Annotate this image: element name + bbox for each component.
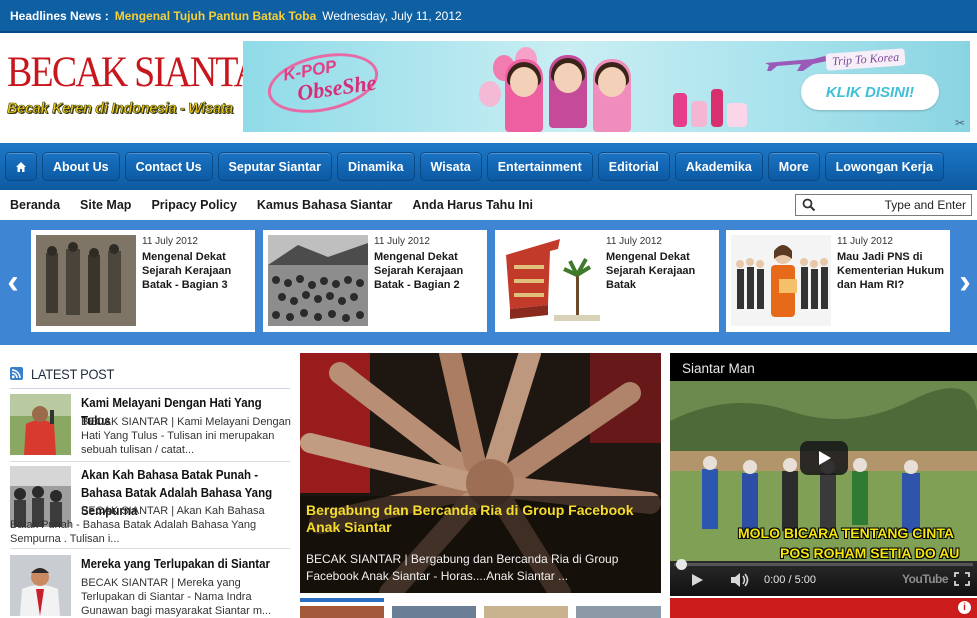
headline-link[interactable]: Mengenal Tujuh Pantun Batak Toba bbox=[115, 9, 317, 23]
chevron-left-icon[interactable]: ‹ bbox=[2, 264, 24, 300]
post-excerpt-text: BECAK SIANTAR | Akan Kah Bahasa Batak Pu… bbox=[10, 505, 265, 545]
divider bbox=[10, 461, 290, 462]
carousel-date: 11 July 2012 bbox=[606, 236, 662, 247]
home-icon bbox=[16, 161, 26, 172]
carousel-date: 11 July 2012 bbox=[837, 236, 893, 247]
video-progress-knob[interactable] bbox=[676, 559, 687, 570]
video-controls: 0:00 / 5:00 YouTube bbox=[670, 559, 977, 596]
nav-seputar-siantar[interactable]: Seputar Siantar bbox=[217, 152, 332, 181]
slide-thumb[interactable] bbox=[392, 606, 476, 618]
carousel-thumbnail bbox=[500, 235, 600, 326]
nav-about-us[interactable]: About Us bbox=[42, 152, 120, 181]
slide-thumb[interactable] bbox=[576, 606, 661, 618]
subnav-kamus-bahasa-siantar[interactable]: Kamus Bahasa Siantar bbox=[257, 198, 392, 212]
video-time: 0:00 / 5:00 bbox=[764, 574, 816, 586]
subnav-site-map[interactable]: Site Map bbox=[80, 198, 131, 212]
list-item: Mereka yang Terlupakan di Siantar BECAK … bbox=[10, 555, 290, 618]
featured-thumbnails bbox=[300, 598, 661, 618]
site-header: BECAK SIANTAR Becak Keren di Indonesia -… bbox=[0, 33, 977, 143]
nav-dinamika[interactable]: Dinamika bbox=[336, 152, 415, 181]
ad-close-icon[interactable]: ✂ bbox=[953, 116, 967, 130]
featured-excerpt: BECAK SIANTAR | Bergabung dan Bercanda R… bbox=[306, 552, 619, 583]
banner-models bbox=[505, 41, 655, 132]
post-excerpt: BECAK SIANTAR | Akan Kah Bahasa Batak Pu… bbox=[10, 504, 291, 546]
banner-products bbox=[673, 85, 753, 129]
nav-wisata[interactable]: Wisata bbox=[419, 152, 482, 181]
carousel-title[interactable]: Mengenal Dekat Sejarah Kerajaan Batak - … bbox=[374, 250, 482, 292]
headline-label: Headlines News : bbox=[10, 8, 109, 23]
banner-trip-label: Trip To Korea bbox=[825, 48, 906, 71]
post-thumbnail[interactable] bbox=[10, 394, 71, 455]
post-excerpt: BECAK SIANTAR | Mereka yang Terlupakan d… bbox=[81, 577, 272, 617]
slide-indicator bbox=[300, 598, 384, 602]
rss-icon bbox=[10, 367, 23, 380]
list-item: Akan Kah Bahasa Batak Punah - Bahasa Bat… bbox=[10, 466, 291, 546]
search-input[interactable] bbox=[822, 196, 968, 214]
search-icon[interactable] bbox=[802, 198, 816, 212]
main-nav: About Us Contact Us Seputar Siantar Dina… bbox=[0, 143, 977, 190]
carousel-date: 11 July 2012 bbox=[374, 236, 430, 247]
video-progress-bar[interactable] bbox=[674, 559, 973, 570]
play-small-icon[interactable] bbox=[690, 573, 704, 587]
slide-thumb[interactable] bbox=[484, 606, 568, 618]
volume-icon[interactable] bbox=[730, 572, 750, 588]
secondary-nav: Beranda Site Map Pripacy Policy Kamus Ba… bbox=[0, 190, 977, 220]
post-excerpt: BECAK SIANTAR | Kami Melayani Dengan Hat… bbox=[81, 416, 291, 456]
carousel-title[interactable]: Mengenal Dekat Sejarah Kerajaan Batak - … bbox=[142, 250, 250, 292]
video-title[interactable]: Siantar Man bbox=[682, 361, 755, 376]
featured-caption: Bergabung dan Bercanda Ria di Group Face… bbox=[300, 496, 661, 593]
nav-akademika[interactable]: Akademika bbox=[674, 152, 763, 181]
headline-date: Wednesday, July 11, 2012 bbox=[322, 8, 462, 23]
ad-banner[interactable]: K-POP ObseShe Trip To Korea KLIK DISINI!… bbox=[243, 41, 970, 132]
carousel-thumbnail bbox=[36, 235, 136, 326]
post-thumbnail[interactable] bbox=[10, 555, 71, 616]
banner-balloon bbox=[479, 81, 501, 107]
carousel-date: 11 July 2012 bbox=[142, 236, 198, 247]
logo-tagline: Becak Keren di Indonesia - Wisata bbox=[7, 101, 234, 118]
nav-entertainment[interactable]: Entertainment bbox=[486, 152, 593, 181]
video-bottom-bar: i bbox=[670, 598, 977, 618]
featured-title[interactable]: Bergabung dan Bercanda Ria di Group Face… bbox=[306, 502, 656, 536]
airplane-icon bbox=[765, 55, 829, 71]
video-subtitle-line2: POS ROHAM SETIA DO AU bbox=[780, 545, 960, 561]
carousel-item[interactable]: 11 July 2012 Mengenal Dekat Sejarah Kera… bbox=[31, 230, 255, 332]
page: Headlines News : Mengenal Tujuh Pantun B… bbox=[0, 0, 977, 618]
carousel-title[interactable]: Mengenal Dekat Sejarah Kerajaan Batak bbox=[606, 250, 714, 292]
nav-more[interactable]: More bbox=[767, 152, 820, 181]
logo-title: BECAK SIANTAR bbox=[7, 49, 285, 96]
featured-carousel: ‹ › 11 July 2012 Mengenal Dekat Sejarah … bbox=[0, 220, 977, 345]
carousel-item[interactable]: 11 July 2012 Mengenal Dekat Sejarah Kera… bbox=[263, 230, 487, 332]
latest-posts: LATEST POST Kami Melayani Dengan Hati Ya… bbox=[0, 345, 300, 618]
headline-bar: Headlines News : Mengenal Tujuh Pantun B… bbox=[0, 0, 977, 33]
carousel-thumbnail bbox=[731, 235, 831, 326]
nav-editorial[interactable]: Editorial bbox=[597, 152, 670, 181]
post-title[interactable]: Mereka yang Terlupakan di Siantar bbox=[81, 555, 274, 573]
latest-post-header: LATEST POST bbox=[10, 363, 290, 389]
video-player[interactable]: Siantar Man MOLO BICARA TENTANG CINTA PO… bbox=[670, 353, 977, 596]
subnav-privacy-policy[interactable]: Pripacy Policy bbox=[151, 198, 236, 212]
list-item: Kami Melayani Dengan Hati Yang Tulus BEC… bbox=[10, 394, 291, 458]
nav-contact-us[interactable]: Contact Us bbox=[124, 152, 213, 181]
nav-lowongan-kerja[interactable]: Lowongan Kerja bbox=[824, 152, 944, 181]
divider bbox=[10, 548, 290, 549]
slide-thumb[interactable] bbox=[300, 606, 384, 618]
carousel-thumbnail bbox=[268, 235, 368, 326]
carousel-title[interactable]: Mau Jadi PNS di Kementerian Hukum dan Ha… bbox=[837, 250, 945, 292]
chevron-right-icon[interactable]: › bbox=[954, 264, 976, 300]
info-icon[interactable]: i bbox=[958, 601, 971, 614]
site-logo[interactable]: BECAK SIANTAR Becak Keren di Indonesia -… bbox=[4, 43, 285, 138]
latest-post-heading: LATEST POST bbox=[31, 365, 115, 382]
play-icon[interactable] bbox=[800, 441, 848, 475]
youtube-logo[interactable]: YouTube bbox=[902, 572, 949, 586]
fullscreen-icon[interactable] bbox=[954, 572, 970, 586]
banner-cta-button[interactable]: KLIK DISINI! bbox=[801, 74, 939, 110]
video-subtitle-line1: MOLO BICARA TENTANG CINTA bbox=[738, 525, 954, 541]
carousel-item[interactable]: 11 July 2012 Mau Jadi PNS di Kementerian… bbox=[726, 230, 950, 332]
subnav-beranda[interactable]: Beranda bbox=[10, 198, 60, 212]
subnav-anda-harus-tahu-ini[interactable]: Anda Harus Tahu Ini bbox=[412, 198, 533, 212]
search-box bbox=[795, 194, 972, 216]
nav-home-button[interactable] bbox=[5, 152, 37, 181]
carousel-item[interactable]: 11 July 2012 Mengenal Dekat Sejarah Kera… bbox=[495, 230, 719, 332]
featured-slide[interactable]: Bergabung dan Bercanda Ria di Group Face… bbox=[300, 353, 661, 593]
